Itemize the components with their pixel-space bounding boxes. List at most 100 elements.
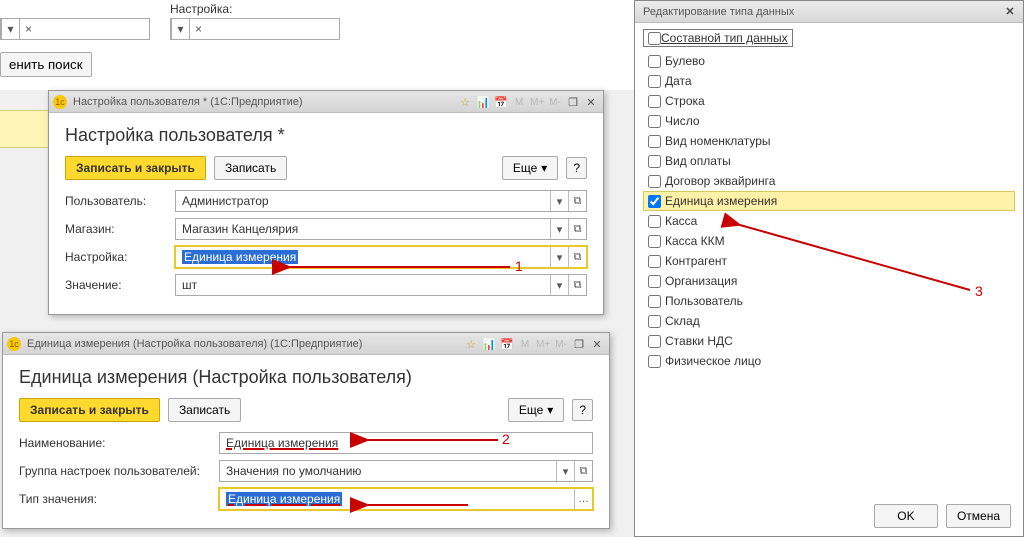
- type-row[interactable]: Единица измерения: [643, 191, 1015, 211]
- type-checkbox[interactable]: [648, 195, 661, 208]
- type-label: Ставки НДС: [665, 334, 733, 348]
- dropdown-icon[interactable]: ▾: [550, 219, 568, 239]
- favorite-icon[interactable]: ☆: [463, 336, 479, 352]
- type-checkbox[interactable]: [648, 95, 661, 108]
- user-label: Пользователь:: [65, 194, 175, 208]
- window-icon[interactable]: ❐: [565, 94, 581, 110]
- name-label: Наименование:: [19, 436, 219, 450]
- m-icon[interactable]: M: [517, 336, 533, 352]
- store-value: Магазин Канцелярия: [176, 222, 550, 236]
- type-row[interactable]: Организация: [643, 271, 1015, 291]
- calendar-icon[interactable]: 📅: [493, 94, 509, 110]
- mplus-icon[interactable]: M+: [535, 336, 551, 352]
- panel-titlebar[interactable]: Редактирование типа данных ✕: [635, 1, 1023, 23]
- type-label: Физическое лицо: [665, 354, 761, 368]
- type-input[interactable]: Единица измерения …: [219, 488, 593, 510]
- name-input[interactable]: Единица измерения: [219, 432, 593, 454]
- type-checkbox[interactable]: [648, 355, 661, 368]
- user-input[interactable]: Администратор ▾ ⧉: [175, 190, 587, 212]
- apply-search-button[interactable]: енить поиск: [0, 52, 92, 77]
- mminus-icon[interactable]: M-: [553, 336, 569, 352]
- close-icon[interactable]: ✕: [589, 336, 605, 352]
- top-input-1[interactable]: ▾ ×: [0, 18, 150, 40]
- type-row[interactable]: Строка: [643, 91, 1015, 111]
- type-checkbox[interactable]: [648, 55, 661, 68]
- composite-checkbox[interactable]: [648, 32, 661, 45]
- type-row[interactable]: Физическое лицо: [643, 351, 1015, 371]
- type-checkbox[interactable]: [648, 115, 661, 128]
- value-input[interactable]: шт ▾ ⧉: [175, 274, 587, 296]
- type-row[interactable]: Ставки НДС: [643, 331, 1015, 351]
- help-button[interactable]: ?: [572, 399, 593, 421]
- dropdown-icon[interactable]: ▾: [1, 19, 19, 39]
- calendar-icon[interactable]: 📅: [499, 336, 515, 352]
- type-checkbox[interactable]: [648, 335, 661, 348]
- open-icon[interactable]: ⧉: [568, 219, 586, 239]
- dropdown-icon[interactable]: ▾: [550, 275, 568, 295]
- type-checkbox[interactable]: [648, 215, 661, 228]
- win1-heading: Настройка пользователя *: [65, 125, 587, 146]
- type-row[interactable]: Булево: [643, 51, 1015, 71]
- type-checkbox[interactable]: [648, 315, 661, 328]
- type-row[interactable]: Пользователь: [643, 291, 1015, 311]
- setting-input[interactable]: Единица измерения ▾ ⧉: [175, 246, 587, 268]
- ok-button[interactable]: OK: [874, 504, 938, 528]
- type-label: Число: [665, 114, 700, 128]
- close-icon[interactable]: ✕: [1001, 3, 1019, 21]
- m-icon[interactable]: M: [511, 94, 527, 110]
- type-checkbox[interactable]: [648, 155, 661, 168]
- more-button[interactable]: Еще ▾: [502, 156, 558, 180]
- dropdown-icon[interactable]: ▾: [171, 19, 189, 39]
- open-icon[interactable]: ⧉: [574, 461, 592, 481]
- save-close-button[interactable]: Записать и закрыть: [19, 398, 160, 422]
- top-input-2[interactable]: ▾ ×: [170, 18, 340, 40]
- window-icon[interactable]: ❐: [571, 336, 587, 352]
- calc-icon[interactable]: 📊: [475, 94, 491, 110]
- type-checkbox[interactable]: [648, 295, 661, 308]
- type-checkbox[interactable]: [648, 255, 661, 268]
- type-checkbox[interactable]: [648, 175, 661, 188]
- type-row[interactable]: Вид номенклатуры: [643, 131, 1015, 151]
- type-checkbox[interactable]: [648, 75, 661, 88]
- type-row[interactable]: Число: [643, 111, 1015, 131]
- mplus-icon[interactable]: M+: [529, 94, 545, 110]
- top-setting-label: Настройка:: [170, 2, 232, 16]
- group-input[interactable]: Значения по умолчанию ▾ ⧉: [219, 460, 593, 482]
- composite-type-row[interactable]: Составной тип данных: [643, 29, 793, 47]
- favorite-icon[interactable]: ☆: [457, 94, 473, 110]
- type-row[interactable]: Склад: [643, 311, 1015, 331]
- calc-icon[interactable]: 📊: [481, 336, 497, 352]
- win2-titlebar[interactable]: 1c Единица измерения (Настройка пользова…: [3, 333, 609, 355]
- close-icon[interactable]: ✕: [583, 94, 599, 110]
- clear-icon[interactable]: ×: [19, 19, 37, 39]
- setting-label: Настройка:: [65, 250, 175, 264]
- clear-icon[interactable]: ×: [189, 19, 207, 39]
- type-row[interactable]: Вид оплаты: [643, 151, 1015, 171]
- store-input[interactable]: Магазин Канцелярия ▾ ⧉: [175, 218, 587, 240]
- type-row[interactable]: Контрагент: [643, 251, 1015, 271]
- save-close-button[interactable]: Записать и закрыть: [65, 156, 206, 180]
- dropdown-icon[interactable]: ▾: [556, 461, 574, 481]
- open-icon[interactable]: ⧉: [568, 275, 586, 295]
- ellipsis-button[interactable]: …: [574, 489, 592, 509]
- cancel-button[interactable]: Отмена: [946, 504, 1011, 528]
- type-checkbox[interactable]: [648, 135, 661, 148]
- app-icon: 1c: [53, 95, 67, 109]
- type-row[interactable]: Касса: [643, 211, 1015, 231]
- win1-titlebar[interactable]: 1c Настройка пользователя * (1С:Предприя…: [49, 91, 603, 113]
- type-row[interactable]: Касса ККМ: [643, 231, 1015, 251]
- mminus-icon[interactable]: M-: [547, 94, 563, 110]
- type-checkbox[interactable]: [648, 275, 661, 288]
- type-label: Строка: [665, 94, 705, 108]
- open-icon[interactable]: ⧉: [568, 247, 586, 267]
- type-checkbox[interactable]: [648, 235, 661, 248]
- help-button[interactable]: ?: [566, 157, 587, 179]
- open-icon[interactable]: ⧉: [568, 191, 586, 211]
- save-button[interactable]: Записать: [168, 398, 241, 422]
- more-button[interactable]: Еще ▾: [508, 398, 564, 422]
- dropdown-icon[interactable]: ▾: [550, 191, 568, 211]
- save-button[interactable]: Записать: [214, 156, 287, 180]
- dropdown-icon[interactable]: ▾: [550, 247, 568, 267]
- type-row[interactable]: Дата: [643, 71, 1015, 91]
- type-row[interactable]: Договор эквайринга: [643, 171, 1015, 191]
